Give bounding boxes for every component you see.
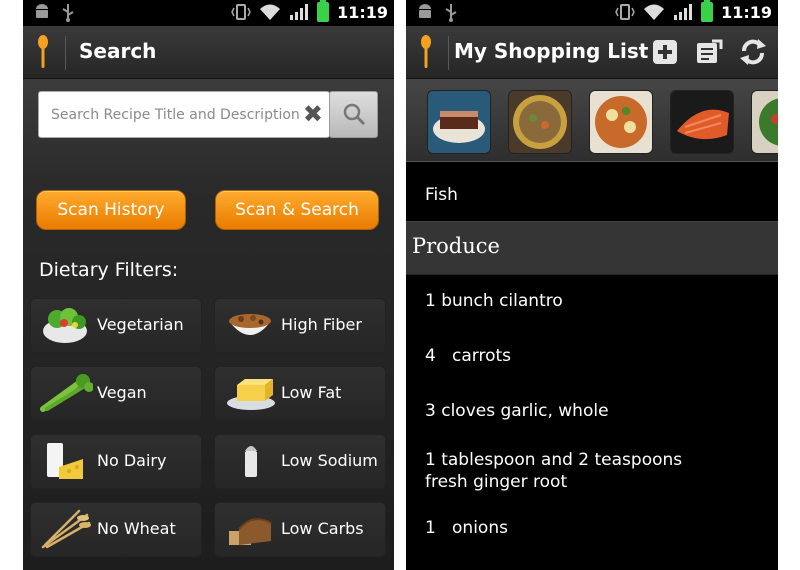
action-bar: My Shopping List	[406, 26, 778, 79]
action-bar: Search	[23, 26, 394, 79]
filter-label: No Wheat	[97, 519, 176, 538]
celery-icon	[40, 374, 93, 412]
stew-thumb[interactable]	[589, 90, 653, 154]
salad-icon	[43, 308, 87, 343]
add-icon[interactable]	[650, 37, 680, 67]
edit-list-icon[interactable]	[694, 37, 724, 67]
search-screen: 11:19 Search ✖ Scan History Scan & Searc…	[23, 0, 394, 570]
salt-shaker-icon	[245, 446, 257, 477]
filter-label: High Fiber	[281, 315, 362, 334]
wheat-icon	[41, 509, 91, 549]
scan-history-button[interactable]: Scan History	[36, 190, 186, 230]
list-item[interactable]: 4 carrots	[425, 346, 511, 366]
filter-label: Low Sodium	[281, 451, 378, 470]
signal-icon	[290, 4, 309, 20]
android-icon	[36, 4, 48, 18]
dessert-thumb[interactable]	[427, 90, 491, 154]
usb-icon	[62, 4, 74, 22]
scan-search-button[interactable]: Scan & Search	[215, 190, 379, 230]
butter-icon	[227, 379, 275, 410]
usb-icon	[445, 4, 457, 22]
cereal-bowl-icon	[229, 314, 271, 335]
page-title: Search	[79, 39, 157, 63]
dietary-filters-heading: Dietary Filters:	[39, 259, 179, 281]
action-bar-divider	[448, 36, 449, 70]
filter-vegan[interactable]: Vegan	[30, 366, 202, 421]
sync-icon[interactable]	[738, 37, 768, 67]
filter-low-fat[interactable]: Low Fat	[214, 366, 386, 421]
list-item[interactable]: 1 tablespoon and 2 teaspoons fresh ginge…	[425, 449, 705, 493]
wifi-icon	[644, 4, 665, 20]
android-icon	[419, 4, 431, 18]
filter-high-fiber[interactable]: High Fiber	[214, 298, 386, 353]
bread-icon	[229, 518, 272, 545]
search-box: ✖	[38, 91, 330, 138]
salad-thumb[interactable]	[751, 90, 778, 154]
filter-no-wheat[interactable]: No Wheat	[30, 502, 202, 557]
clear-icon[interactable]: ✖	[303, 100, 323, 128]
list-item[interactable]: 1 bunch cilantro	[425, 291, 563, 311]
list-item[interactable]: 3 cloves garlic, whole	[425, 401, 609, 421]
status-bar: 11:19	[406, 0, 778, 26]
wifi-icon	[260, 4, 281, 20]
recipe-thumbnail-strip	[406, 79, 778, 162]
filters-area: Scan History Scan & Search Dietary Filte…	[23, 175, 394, 570]
spoon-logo-icon[interactable]	[35, 35, 51, 69]
filter-label: No Dairy	[97, 451, 167, 470]
filter-low-sodium[interactable]: Low Sodium	[214, 434, 386, 489]
battery-icon	[317, 0, 330, 22]
filter-no-dairy[interactable]: No Dairy	[30, 434, 202, 489]
search-input[interactable]	[49, 102, 303, 128]
shopping-list-screen: 11:19 My Shopping List Fish Produce 1 bu…	[406, 0, 778, 570]
soup-thumb[interactable]	[508, 90, 572, 154]
action-bar-divider	[65, 36, 66, 70]
section-header-produce: Produce	[406, 221, 778, 275]
milk-cheese-icon	[47, 443, 83, 479]
status-clock: 11:19	[721, 2, 772, 22]
list-item[interactable]: Fish	[425, 185, 458, 205]
status-bar: 11:19	[23, 0, 394, 26]
search-panel: ✖	[23, 79, 394, 175]
signal-icon	[674, 4, 693, 20]
spoon-logo-icon[interactable]	[418, 35, 434, 69]
filter-vegetarian[interactable]: Vegetarian	[30, 298, 202, 353]
battery-icon	[701, 0, 714, 22]
vibrate-icon	[231, 4, 251, 20]
list-item[interactable]: 1 onions	[425, 518, 508, 538]
filter-label: Low Carbs	[281, 519, 364, 538]
filter-low-carbs[interactable]: Low Carbs	[214, 502, 386, 557]
status-clock: 11:19	[337, 2, 388, 22]
filter-label: Vegetarian	[97, 315, 184, 334]
search-icon	[343, 103, 366, 126]
vibrate-icon	[615, 4, 635, 20]
filter-label: Low Fat	[281, 383, 342, 402]
filter-label: Vegan	[97, 383, 147, 402]
section-header-label: Produce	[412, 234, 500, 258]
search-button[interactable]	[329, 91, 378, 138]
salmon-thumb[interactable]	[670, 90, 734, 154]
page-title: My Shopping List	[454, 39, 649, 63]
